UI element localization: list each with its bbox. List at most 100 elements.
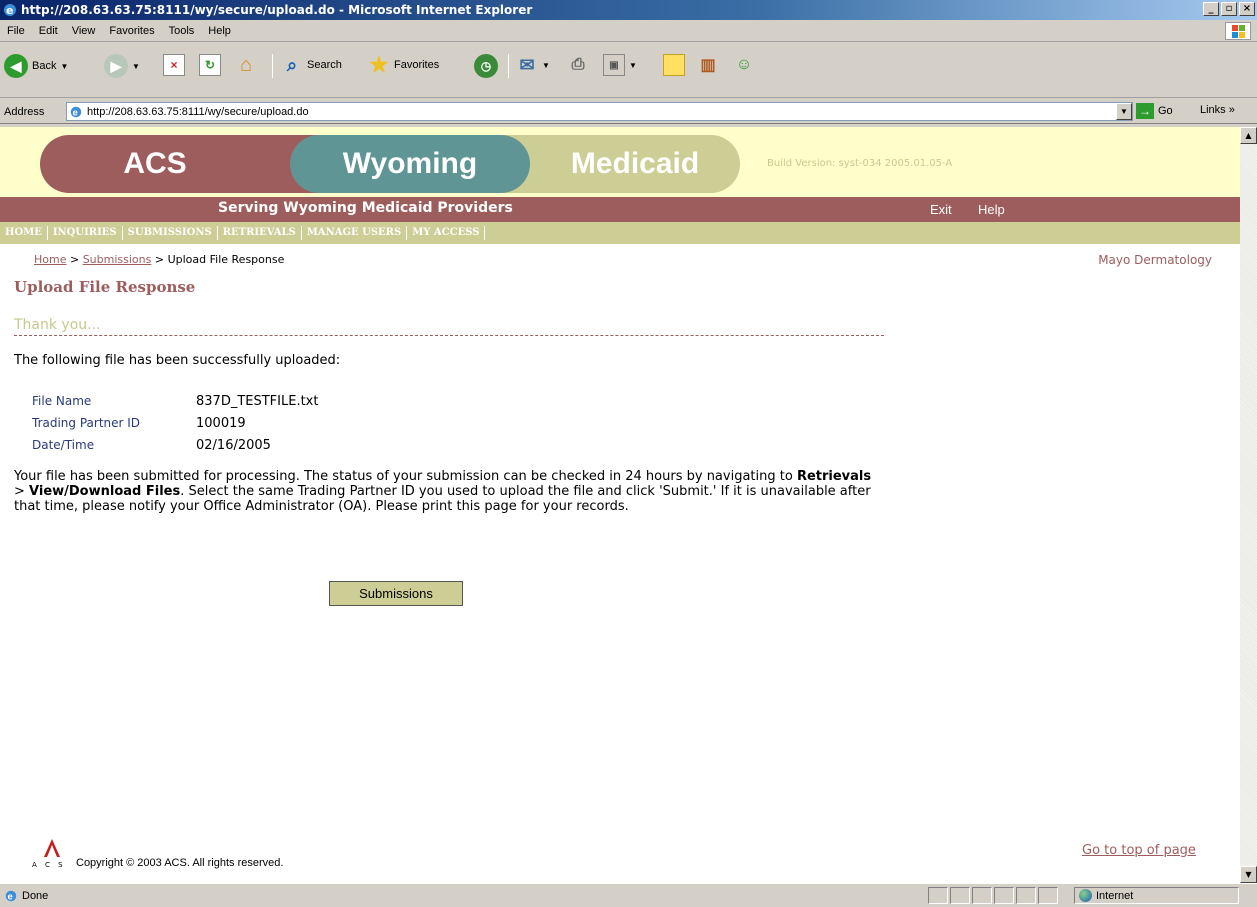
messenger-icon: ☺ [735, 56, 753, 73]
svg-text:e: e [6, 4, 13, 17]
edit-icon: ▣ [603, 54, 625, 76]
instructions-view-download: View/Download Files [29, 484, 181, 499]
menu-edit[interactable]: Edit [32, 25, 65, 37]
menu-file[interactable]: File [0, 25, 32, 37]
status-cell [994, 887, 1014, 904]
home-button[interactable]: ⌂ [235, 54, 257, 76]
svg-text:e: e [8, 891, 14, 902]
mail-icon: ✉ [519, 54, 535, 75]
toolbar-separator [272, 54, 273, 78]
menu-favorites[interactable]: Favorites [102, 25, 161, 37]
status-cell [1016, 887, 1036, 904]
status-cell [950, 887, 970, 904]
nav-submissions[interactable]: SUBMISSIONS [123, 226, 218, 240]
detail-row: File Name 837D_TESTFILE.txt [32, 390, 318, 412]
nav-manage-users[interactable]: MANAGE USERS [302, 226, 408, 240]
print-button[interactable]: ⎙ [567, 54, 589, 76]
status-cell [972, 887, 992, 904]
back-arrow-icon: ◀ [4, 54, 28, 78]
page-icon: e [70, 106, 82, 118]
banner-wyoming-text: Wyoming [342, 147, 478, 180]
banner-medicaid-text: Medicaid [570, 147, 700, 180]
search-button[interactable]: ⌕ Search [281, 54, 342, 76]
edit-button[interactable]: ▣ ▼ [603, 54, 637, 76]
messenger-button[interactable]: ☺ [733, 54, 755, 76]
links-label: Links [1200, 104, 1226, 116]
success-message: The following file has been successfully… [14, 353, 341, 368]
scroll-up-icon[interactable]: ▲ [1240, 127, 1257, 144]
research-icon: ▥ [700, 57, 716, 74]
security-zone: Internet [1074, 887, 1239, 904]
ie-logo-icon: e [4, 4, 16, 17]
date-time-label: Date/Time [32, 438, 95, 452]
thank-you-heading: Thank you... [14, 317, 884, 336]
address-label: Address [4, 105, 45, 118]
window-title: http://208.63.63.75:8111/wy/secure/uploa… [21, 3, 533, 17]
print-icon: ⎙ [571, 56, 585, 73]
status-bar: e Done Internet [0, 883, 1257, 907]
help-link[interactable]: Help [978, 202, 1005, 217]
globe-icon [1079, 889, 1092, 902]
go-label: Go [1158, 105, 1173, 117]
nav-retrievals[interactable]: RETRIEVALS [218, 226, 302, 240]
links-button[interactable]: Links » [1200, 104, 1235, 116]
banner-wyoming: Wyoming [290, 135, 530, 193]
forward-button[interactable]: ▶ ▼ [104, 54, 140, 78]
page-viewport: ACS Medicaid Wyoming Build Version: syst… [0, 127, 1240, 883]
favorites-button[interactable]: ★ Favorites [368, 52, 439, 77]
menu-view[interactable]: View [65, 25, 103, 37]
zone-label: Internet [1096, 889, 1134, 902]
file-name-label: File Name [32, 394, 92, 408]
refresh-button[interactable]: ↻ [199, 54, 221, 76]
scroll-down-icon[interactable]: ▼ [1240, 866, 1257, 883]
breadcrumb-submissions[interactable]: Submissions [83, 253, 152, 266]
stop-button[interactable]: × [163, 54, 185, 76]
nav-home[interactable]: HOME [0, 226, 48, 240]
serving-tagline: Serving Wyoming Medicaid Providers [218, 200, 513, 216]
breadcrumb-separator: > [69, 253, 80, 266]
status-text: Done [22, 889, 49, 902]
breadcrumb-home[interactable]: Home [34, 253, 66, 266]
forward-dropdown-icon: ▼ [132, 61, 140, 71]
windows-logo-icon [1225, 22, 1251, 40]
history-button[interactable]: ◷ [474, 54, 498, 78]
mail-button[interactable]: ✉ ▼ [516, 54, 549, 76]
nav-my-access[interactable]: MY ACCESS [407, 226, 486, 240]
exit-link[interactable]: Exit [930, 202, 952, 217]
research-button[interactable]: ▥ [697, 54, 719, 76]
edit-dropdown-icon: ▼ [629, 60, 637, 70]
nav-inquiries[interactable]: INQUIRIES [48, 226, 123, 240]
page-title: Upload File Response [14, 278, 196, 296]
instructions-retrievals: Retrievals [796, 469, 872, 484]
minimize-button[interactable]: _ [1203, 2, 1219, 16]
links-chevron-icon: » [1228, 104, 1235, 116]
refresh-icon: ↻ [199, 54, 221, 76]
instructions-paragraph: Your file has been submitted for process… [14, 469, 884, 514]
vertical-scrollbar[interactable]: ▲ ▼ [1240, 127, 1257, 883]
build-version: Build Version: syst-034 2005.01.05-A [767, 158, 953, 169]
date-time-value: 02/16/2005 [196, 437, 271, 453]
forward-arrow-icon: ▶ [104, 54, 128, 78]
home-icon: ⌂ [239, 53, 253, 76]
status-cells [928, 887, 1058, 904]
discuss-button[interactable] [663, 54, 685, 76]
menu-help[interactable]: Help [201, 25, 238, 37]
submissions-button[interactable]: Submissions [329, 581, 463, 606]
back-button[interactable]: ◀ Back ▼ [4, 54, 68, 78]
go-to-top-link[interactable]: Go to top of page [1082, 843, 1196, 858]
detail-row: Date/Time 02/16/2005 [32, 434, 318, 456]
address-dropdown-icon[interactable]: ▼ [1116, 103, 1132, 120]
maximize-button[interactable]: ▫ [1221, 2, 1237, 16]
go-button[interactable]: → Go [1136, 103, 1173, 119]
address-input[interactable]: e http://208.63.63.75:8111/wy/secure/upl… [66, 102, 1133, 121]
breadcrumb-separator: > [154, 253, 165, 266]
trading-partner-label: Trading Partner ID [32, 416, 141, 430]
menu-tools[interactable]: Tools [162, 25, 202, 37]
file-name-value: 837D_TESTFILE.txt [196, 393, 319, 409]
search-icon: ⌕ [286, 54, 298, 75]
close-button[interactable]: × [1239, 2, 1255, 16]
favorites-star-icon: ★ [369, 52, 389, 77]
acs-logo-letters: A C S [32, 861, 66, 869]
breadcrumb-current: Upload File Response [167, 253, 285, 266]
banner-acs-text: ACS [123, 147, 187, 180]
